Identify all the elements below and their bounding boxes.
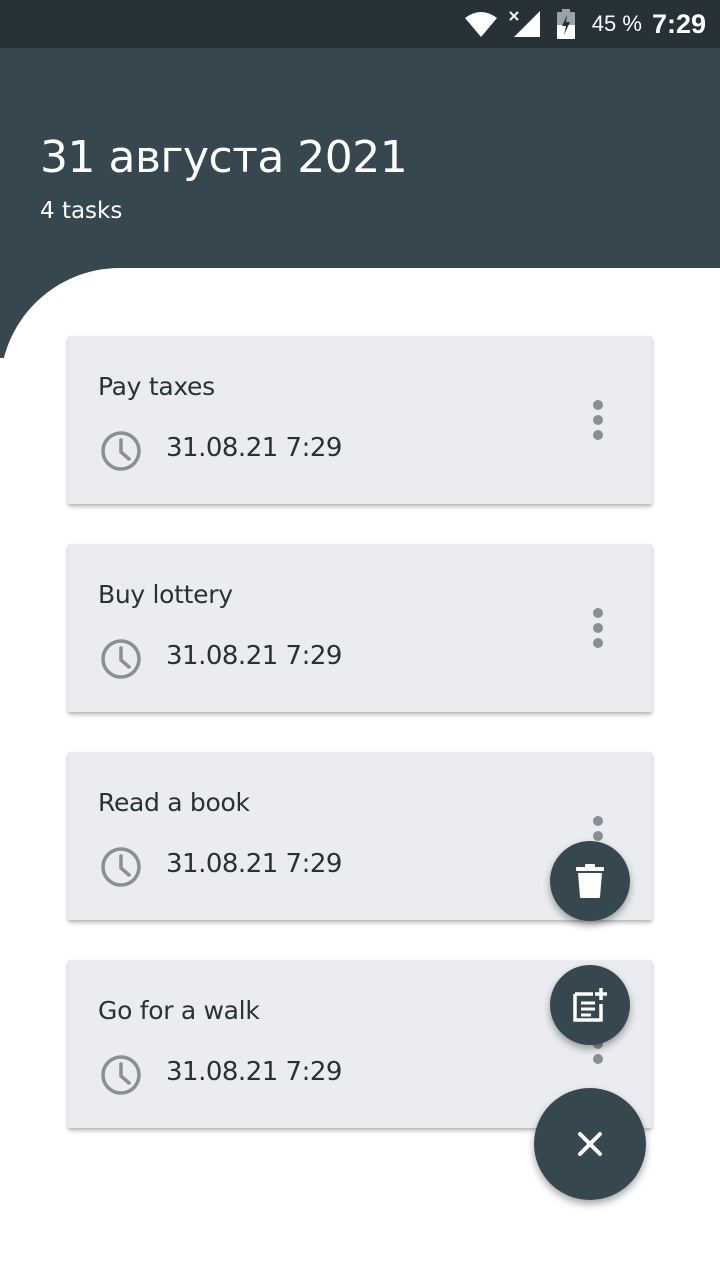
more-options-button[interactable] <box>586 608 610 648</box>
task-time: 31.08.21 7:29 <box>166 433 342 463</box>
task-card[interactable]: Buy lottery 31.08.21 7:29 <box>68 544 652 712</box>
trash-icon <box>576 864 604 898</box>
delete-fab[interactable] <box>550 841 630 921</box>
close-icon <box>578 1132 602 1156</box>
status-icons: 45 % 7:29 <box>464 0 706 48</box>
task-title: Buy lottery <box>98 580 233 609</box>
add-task-fab[interactable] <box>550 965 630 1045</box>
task-count: 4 tasks <box>40 198 123 224</box>
task-time: 31.08.21 7:29 <box>166 849 342 879</box>
clock-icon <box>101 847 141 887</box>
header: 31 августа 2021 4 tasks <box>0 48 720 268</box>
note-add-icon <box>573 988 607 1022</box>
page-title: 31 августа 2021 <box>40 132 408 183</box>
task-time: 31.08.21 7:29 <box>166 1057 342 1087</box>
task-title: Pay taxes <box>98 372 215 401</box>
clock-icon <box>101 431 141 471</box>
task-title: Read a book <box>98 788 250 817</box>
status-bar: 45 % 7:29 <box>0 0 720 48</box>
battery-percent: 45 % <box>591 11 642 36</box>
signal-icon <box>509 11 540 37</box>
task-card[interactable]: Pay taxes 31.08.21 7:29 <box>68 336 652 504</box>
battery-icon <box>556 9 575 39</box>
status-time: 7:29 <box>651 8 706 39</box>
task-time: 31.08.21 7:29 <box>166 641 342 671</box>
more-options-button[interactable] <box>586 400 610 440</box>
clock-icon <box>101 639 141 679</box>
task-title: Go for a walk <box>98 996 260 1025</box>
wifi-icon <box>464 12 497 37</box>
close-fab[interactable] <box>534 1088 646 1200</box>
clock-icon <box>101 1055 141 1095</box>
